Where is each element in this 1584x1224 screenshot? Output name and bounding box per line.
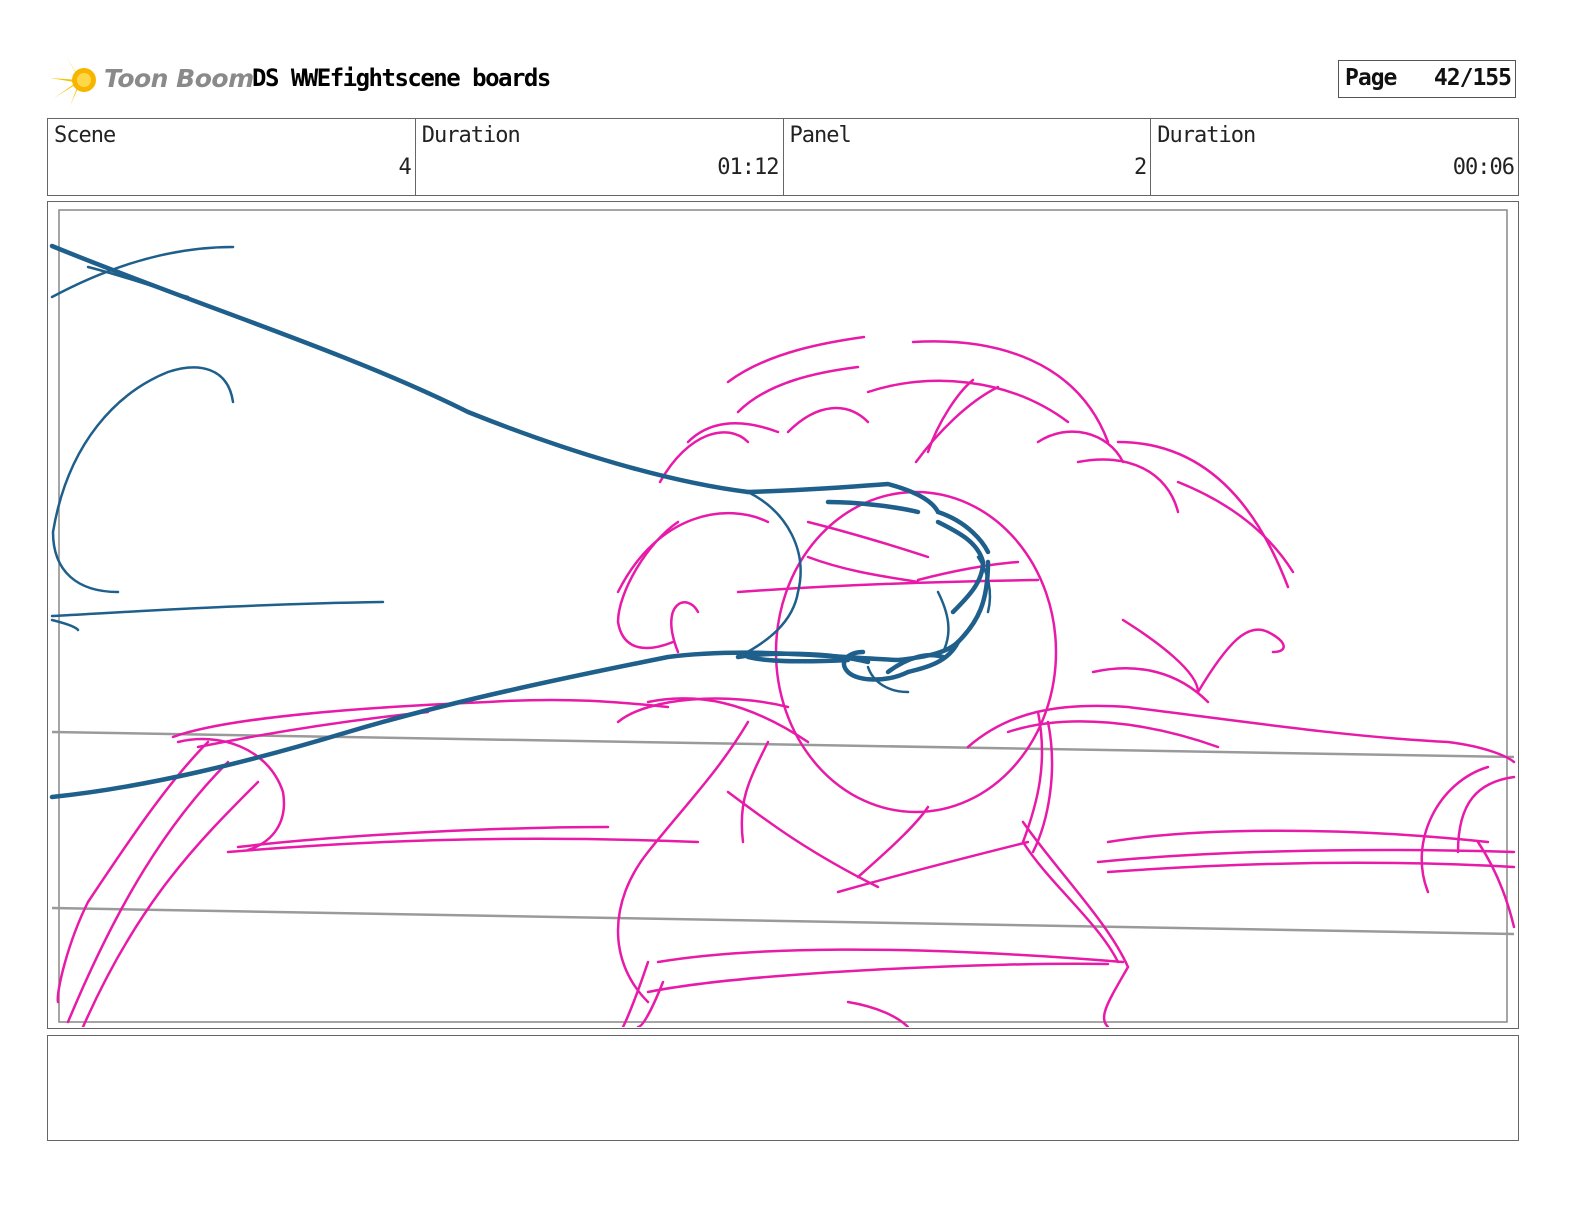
punching-arm-sketch [49, 243, 991, 800]
star-burst-icon [50, 56, 96, 106]
scene-duration-value: 01:12 [717, 155, 779, 180]
scene-label: Scene [54, 123, 116, 148]
page-number: 42/155 [1433, 65, 1512, 91]
scene-duration-label: Duration [421, 123, 521, 148]
panel-duration-cell: Duration 00:06 [1151, 119, 1518, 195]
scene-info-row: Scene 4 Duration 01:12 Panel 2 Duration … [47, 118, 1519, 196]
panel-value: 2 [1134, 155, 1147, 180]
scene-duration-cell: Duration 01:12 [416, 119, 784, 195]
scene-cell: Scene 4 [48, 119, 416, 195]
panel-duration-value: 00:06 [1452, 155, 1515, 180]
panel-sketch [49, 209, 1516, 1027]
panel-duration-label: Duration [1157, 123, 1256, 148]
document-title: DS WWEfightscene boards [252, 64, 551, 92]
scene-value: 4 [398, 155, 412, 180]
brand-name: Toon Boom [104, 64, 254, 93]
opponent-sketch [56, 335, 1516, 1027]
panel-label: Panel [789, 123, 852, 148]
storyboard-panel [47, 201, 1519, 1029]
page-indicator: Page 42/155 [1338, 60, 1516, 98]
panel-cell: Panel 2 [784, 119, 1152, 195]
arm-detail-lines [50, 245, 992, 694]
page-label: Page [1345, 65, 1397, 91]
panel-notes-box [47, 1035, 1519, 1141]
